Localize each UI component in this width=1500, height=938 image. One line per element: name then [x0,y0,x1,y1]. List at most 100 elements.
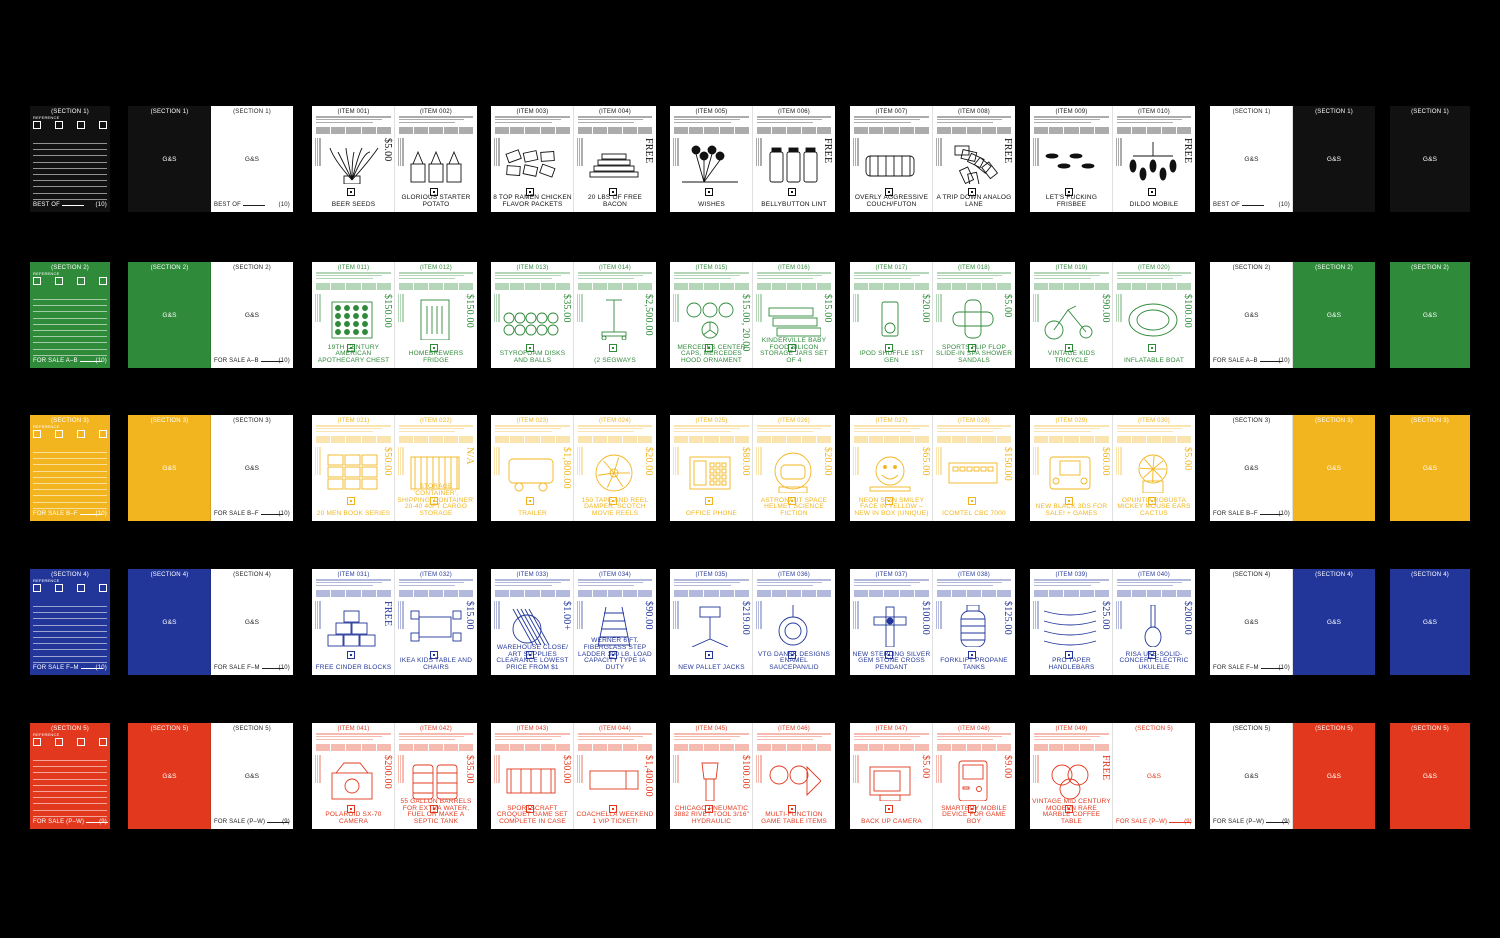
item-spread[interactable]: (ITEM 021) $50.00 20 MEN BOOK SERIES (ITEM … [312,415,477,521]
item-spread[interactable]: (ITEM 033) $1.00+ WAREHOUSE CLOSE/ ART SUP… [491,569,656,675]
item-page[interactable]: (ITEM 011) $150.00 19TH CENTURY AMERICAN A… [312,262,395,368]
item-spread[interactable]: (ITEM 003) 8 TOP RAMEN CHICKEN FLAVOR PAC… [491,106,656,212]
section-closing-spread[interactable]: (SECTION 5) G&S FOR SALE (P–W) (9) (SECTION … [1210,723,1375,829]
item-spread[interactable]: (ITEM 009) LET'S FUCKING FRISBEE (ITEM 010… [1030,106,1195,212]
item-page[interactable]: (ITEM 006) FREE BELLYBUTTON LINT [753,106,835,212]
item-page[interactable]: (ITEM 047) $5.00 BACK UP CAMERA [850,723,933,829]
item-spread[interactable]: (ITEM 037) $100.00 NEW STERLING SILVER GEM… [850,569,1015,675]
item-spread[interactable]: (ITEM 045) $100.00 CHICAGO PNEUMATIC 3882 … [670,723,835,829]
qr-code[interactable] [347,497,355,505]
back-cover[interactable]: (SECTION 5) G&S [1390,723,1470,829]
qr-code[interactable] [705,651,713,659]
item-page[interactable]: (ITEM 035) $219.00 NEW PALLET JACKS [670,569,753,675]
item-page[interactable]: (ITEM 024) $20.00 150 TAPE AND REEL DAMPER… [574,415,656,521]
reference-page[interactable]: (SECTION 2) REFERENCE FOR SALE A–B (10) [30,262,110,368]
item-spread[interactable]: (ITEM 035) $219.00 NEW PALLET JACKS (ITEM 0… [670,569,835,675]
item-page[interactable]: (ITEM 019) $90.00 VINTAGE KIDS TRICYCLE [1030,262,1113,368]
item-page[interactable]: (ITEM 042) $35.00 55 GALLON BARRELS FOR EX… [395,723,477,829]
back-cover[interactable]: (SECTION 2) G&S [1390,262,1470,368]
qr-code[interactable] [705,497,713,505]
qr-code[interactable] [1148,344,1156,352]
item-page[interactable]: (ITEM 038) $125.00 FORKLIFT PROPANE TANKS [933,569,1015,675]
item-page[interactable]: (ITEM 008) FREE A TRIP DOWN ANALOG LANE [933,106,1015,212]
section-cover-spread[interactable]: (SECTION 5) G&S (SECTION 5) G&S FOR SALE (P–… [128,723,293,829]
item-page[interactable]: (ITEM 041) $200.00 POLAROID SX-70 CAMERA [312,723,395,829]
back-cover[interactable]: (SECTION 3) G&S [1390,415,1470,521]
qr-code[interactable] [968,497,976,505]
item-page[interactable]: (ITEM 022) N/A STORAGE 'CONTAINER', SHIPPI… [395,415,477,521]
reference-page[interactable]: (SECTION 3) REFERENCE FOR SALE B–F (10) [30,415,110,521]
item-spread[interactable]: (ITEM 015) $15.00, 20.00 MERCEDES CENTER C… [670,262,835,368]
item-spread[interactable]: (ITEM 013) $35.00 STYROFOAM DISKS AND BALL… [491,262,656,368]
item-spread[interactable]: (ITEM 023) $1,800.00 TRAILER (ITEM 024) $20.… [491,415,656,521]
item-page[interactable]: (ITEM 039) $25.00 PRO TAPER HANDLEBARS [1030,569,1113,675]
item-spread[interactable]: (ITEM 027) $65.00 NEON SIGN SMILEY FACE IN… [850,415,1015,521]
item-page[interactable]: (ITEM 003) 8 TOP RAMEN CHICKEN FLAVOR PAC… [491,106,574,212]
qr-code[interactable] [347,188,355,196]
item-page[interactable]: (ITEM 026) $20.00 ASTRONAUT SPACE HELMET S… [753,415,835,521]
qr-code[interactable] [1148,188,1156,196]
item-spread[interactable]: (ITEM 001) $5.00 BEER SEEDS (ITEM 002) GLORI… [312,106,477,212]
item-page[interactable]: (ITEM 023) $1,800.00 TRAILER [491,415,574,521]
qr-code[interactable] [347,651,355,659]
item-page[interactable]: (ITEM 021) $50.00 20 MEN BOOK SERIES [312,415,395,521]
item-page[interactable]: (ITEM 012) $150.00 HOMEBREWERS FRIDGE [395,262,477,368]
item-spread[interactable]: (ITEM 005) WISHES (ITEM 006) FREE BELLYBUTTO… [670,106,835,212]
item-page[interactable]: (ITEM 004) FREE 20 LBS OF FREE BACON [574,106,656,212]
item-spread[interactable]: (ITEM 047) $5.00 BACK UP CAMERA (ITEM 048) $… [850,723,1015,829]
item-spread[interactable]: (ITEM 039) $25.00 PRO TAPER HANDLEBARS (ITE… [1030,569,1195,675]
item-page[interactable]: (ITEM 043) $30.00 SPORTSCRAFT CROQUET GAME… [491,723,574,829]
item-page[interactable]: (ITEM 034) $90.00 WERNER 6 FT. FIBERGLASS … [574,569,656,675]
section-cover-spread[interactable]: (SECTION 4) G&S (SECTION 4) G&S FOR SALE F–M… [128,569,293,675]
qr-code[interactable] [609,344,617,352]
item-page[interactable]: (ITEM 045) $100.00 CHICAGO PNEUMATIC 3882 … [670,723,753,829]
section-cover-spread[interactable]: (SECTION 3) G&S (SECTION 3) G&S FOR SALE B–F… [128,415,293,521]
back-cover[interactable]: (SECTION 1) G&S [1390,106,1470,212]
item-page[interactable]: (ITEM 018) $5.00 SPORTS FLIP FLOP SLIDE-IN… [933,262,1015,368]
item-page[interactable]: (ITEM 029) $60.00 NEW BLACK 3DS FOR SALE! … [1030,415,1113,521]
item-spread[interactable]: (ITEM 025) $80.00 OFFICE PHONE (ITEM 026) $2… [670,415,835,521]
item-page[interactable]: (ITEM 049) FREE VINTAGE MID CENTURY MODERN… [1030,723,1113,829]
qr-code[interactable] [705,188,713,196]
item-page[interactable]: (ITEM 009) LET'S FUCKING FRISBEE [1030,106,1113,212]
item-page[interactable]: (ITEM 013) $35.00 STYROFOAM DISKS AND BALL… [491,262,574,368]
item-spread[interactable]: (ITEM 041) $200.00 POLAROID SX-70 CAMERA (I… [312,723,477,829]
item-spread[interactable]: (ITEM 031) FREE FREE CINDER BLOCKS (ITEM 03… [312,569,477,675]
item-page[interactable]: (ITEM 005) WISHES [670,106,753,212]
item-page[interactable]: (ITEM 036) VTG DANSK DESIGNS ENAMEL SAUCE… [753,569,835,675]
qr-code[interactable] [885,805,893,813]
item-page[interactable]: (ITEM 017) $20.00 IPOD SHUFFLE 1ST GEN [850,262,933,368]
section-closing-spread[interactable]: (SECTION 4) G&S FOR SALE F–M (10) (SECTION 4… [1210,569,1375,675]
item-page[interactable]: (ITEM 020) $100.00 INFLATABLE BOAT [1113,262,1195,368]
item-page[interactable]: (ITEM 028) $150.00 ICOMTEL CBC 7000 [933,415,1015,521]
item-page[interactable]: (ITEM 027) $65.00 NEON SIGN SMILEY FACE IN… [850,415,933,521]
item-page[interactable]: (ITEM 046) MULTI-FUNCTION GAME TABLE ITEM… [753,723,835,829]
item-page[interactable]: (ITEM 007) OVERLY AGGRESSIVE COUCH/FUTON [850,106,933,212]
item-page[interactable]: (ITEM 015) $15.00, 20.00 MERCEDES CENTER C… [670,262,753,368]
item-page[interactable]: (ITEM 033) $1.00+ WAREHOUSE CLOSE/ ART SUP… [491,569,574,675]
item-page[interactable]: (ITEM 032) $15.00 IKEA KIDS TABLE AND CHAI… [395,569,477,675]
item-page[interactable]: (ITEM 014) $2,500.00 (2 SEGWAYS [574,262,656,368]
item-spread[interactable]: (ITEM 049) FREE VINTAGE MID CENTURY MODERN… [1030,723,1195,829]
item-page[interactable]: (ITEM 048) $9.00 SMARTBOY MOBILE DEVICE FO… [933,723,1015,829]
reference-page[interactable]: (SECTION 5) REFERENCE FOR SALE (P–W) (9) [30,723,110,829]
item-spread[interactable]: (ITEM 029) $60.00 NEW BLACK 3DS FOR SALE! … [1030,415,1195,521]
qr-code[interactable] [526,497,534,505]
item-page[interactable]: (ITEM 030) $5.00 OPUNTIA ROBUSTA MICKEY MO… [1113,415,1195,521]
item-page[interactable]: (ITEM 037) $100.00 NEW STERLING SILVER GEM… [850,569,933,675]
section-closing-spread[interactable]: (SECTION 3) G&S FOR SALE B–F (10) (SECTION 3… [1210,415,1375,521]
reference-page[interactable]: (SECTION 4) REFERENCE FOR SALE F–M (10) [30,569,110,675]
item-spread[interactable]: (ITEM 007) OVERLY AGGRESSIVE COUCH/FUTON(… [850,106,1015,212]
section-closing-spread[interactable]: (SECTION 1) G&S BEST OF (10) (SECTION 1) G&S [1210,106,1375,212]
qr-code[interactable] [788,188,796,196]
item-page[interactable]: (ITEM 031) FREE FREE CINDER BLOCKS [312,569,395,675]
back-cover[interactable]: (SECTION 4) G&S [1390,569,1470,675]
item-spread[interactable]: (ITEM 017) $20.00 IPOD SHUFFLE 1ST GEN (ITE… [850,262,1015,368]
item-spread[interactable]: (ITEM 019) $90.00 VINTAGE KIDS TRICYCLE (IT… [1030,262,1195,368]
item-page[interactable]: (ITEM 040) $200.00 RISA UKE-SOLID-CONCERT … [1113,569,1195,675]
section-cover-spread[interactable]: (SECTION 1) G&S (SECTION 1) G&S BEST OF (10) [128,106,293,212]
section-cover-spread[interactable]: (SECTION 2) G&S (SECTION 2) G&S FOR SALE A–B… [128,262,293,368]
item-page[interactable]: (ITEM 010) FREE DILDO MOBILE [1113,106,1195,212]
item-page[interactable]: (ITEM 002) GLORIOUS STARTER POTATO [395,106,477,212]
item-page[interactable]: (ITEM 044) $1,400.00 COACHELLA WEEKEND 1 V… [574,723,656,829]
